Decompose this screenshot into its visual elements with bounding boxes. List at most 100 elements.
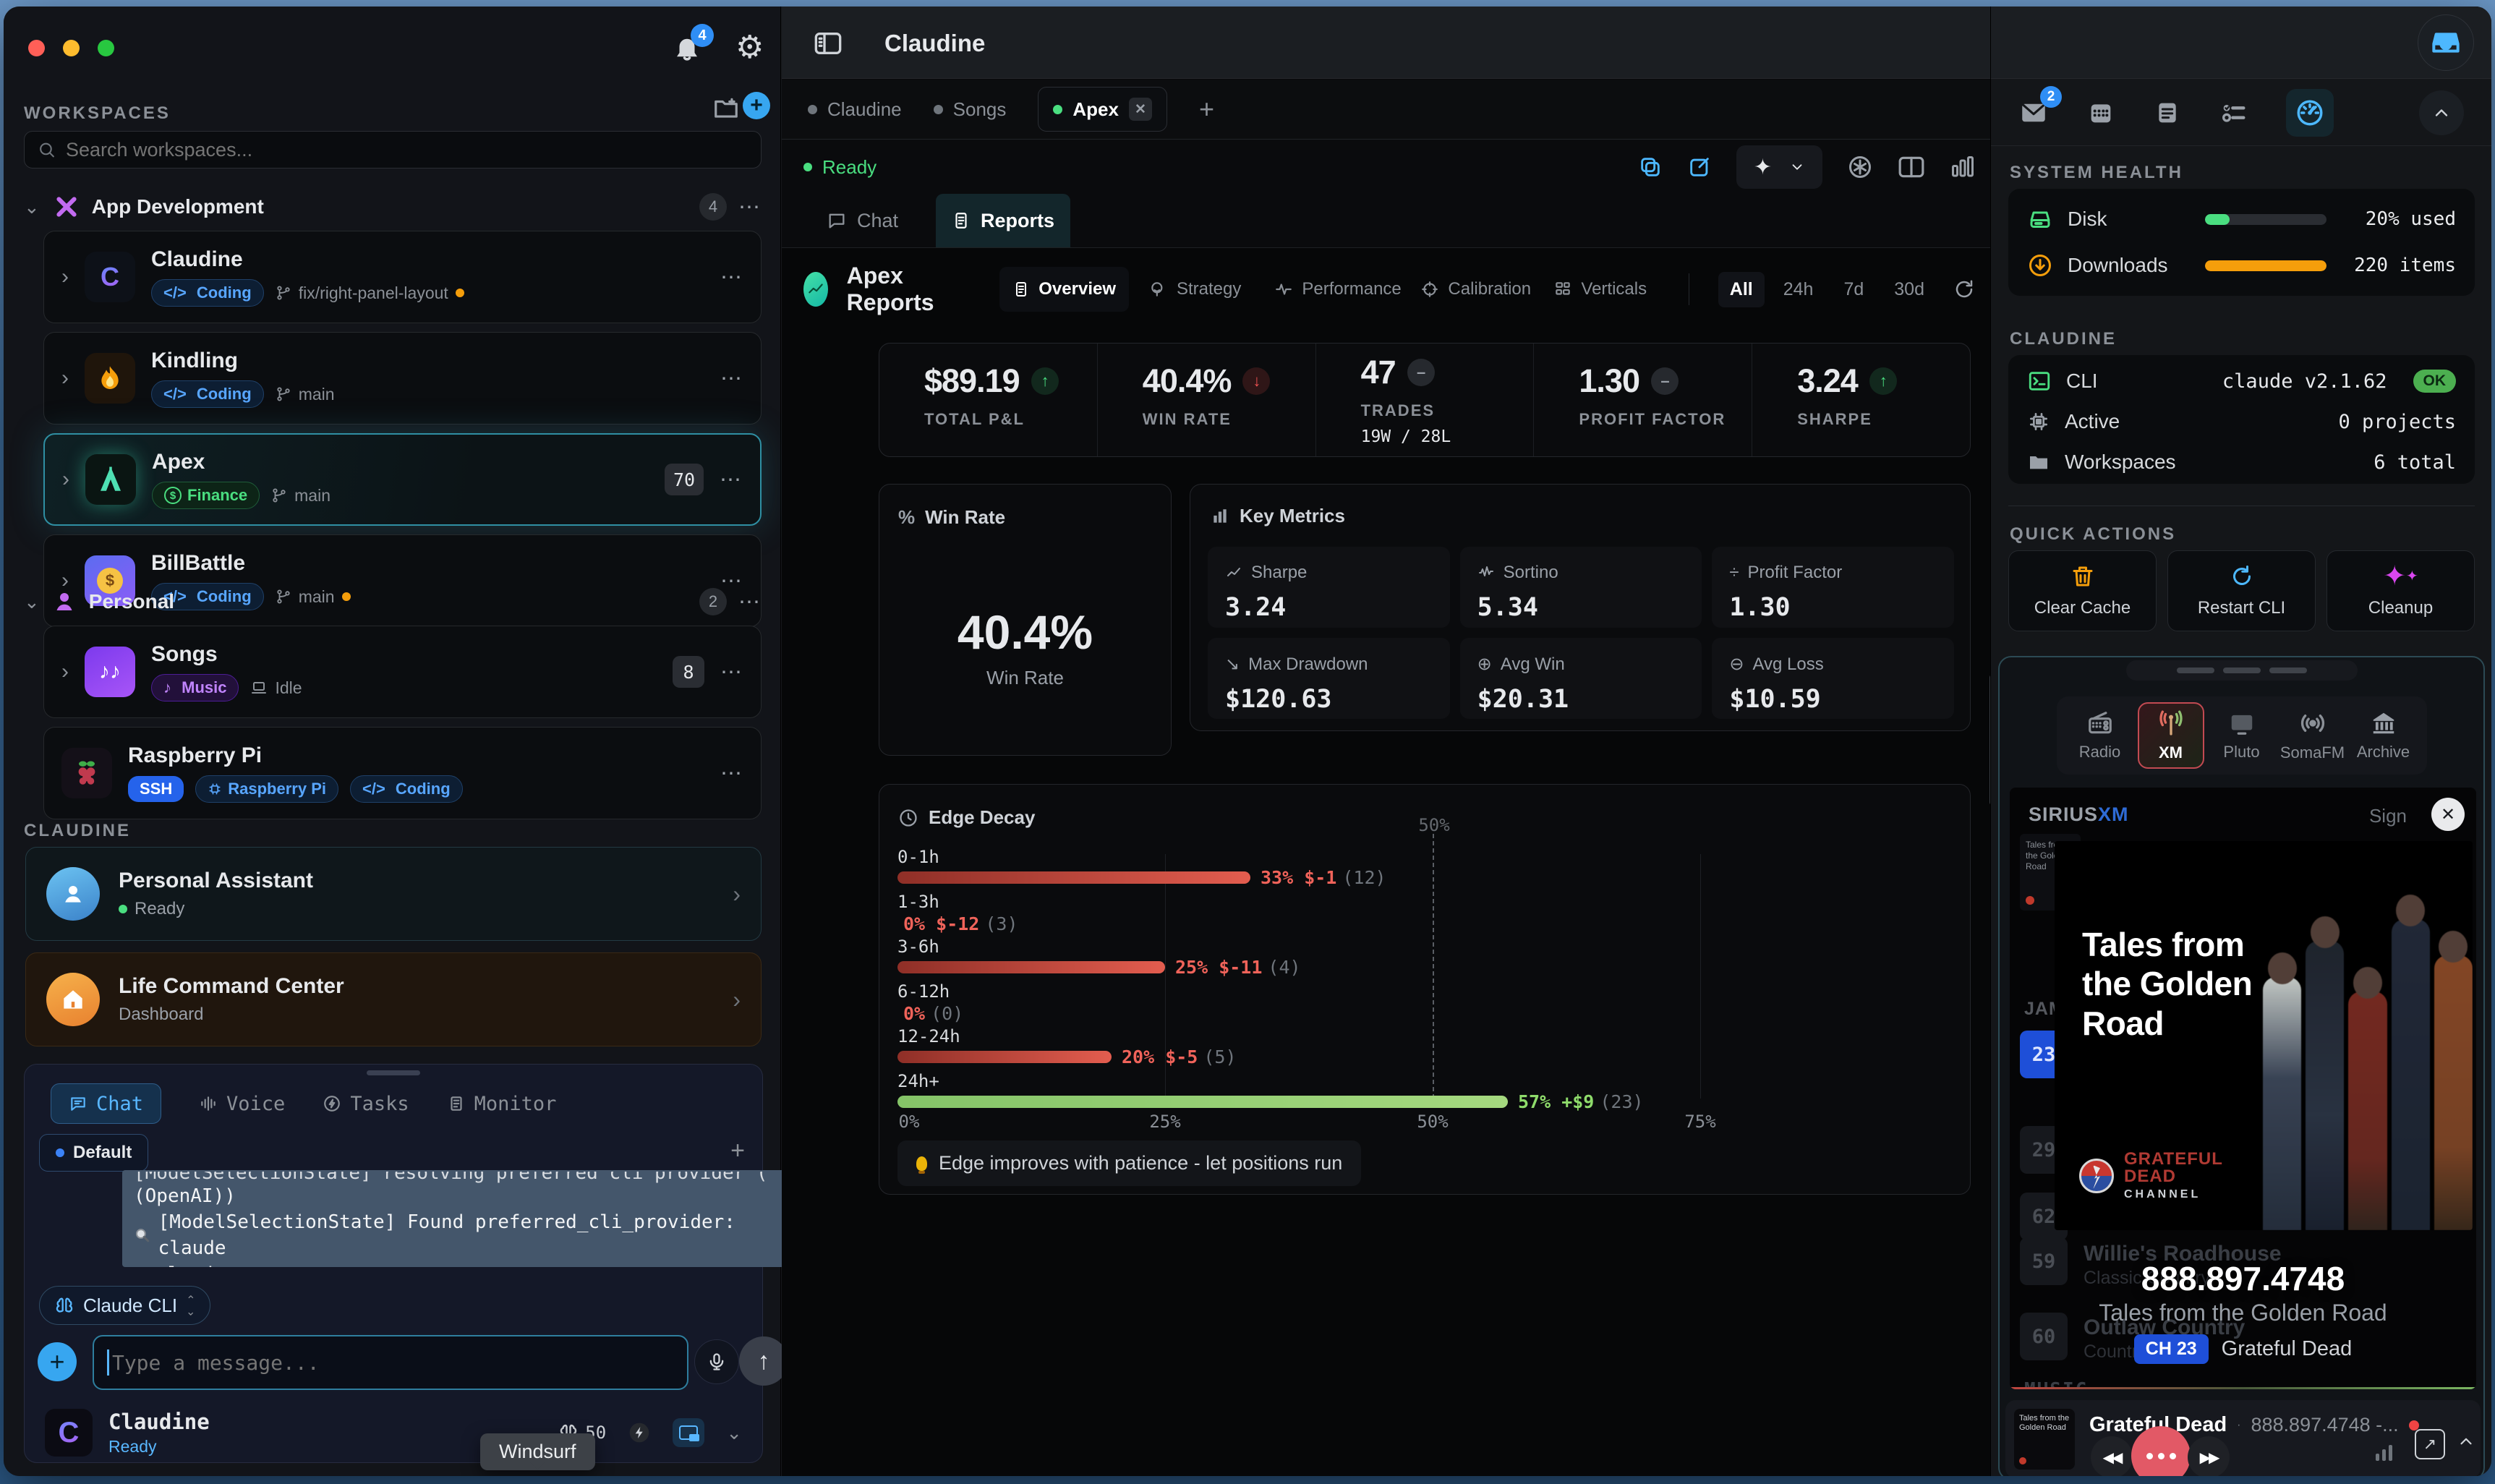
new-tab-button[interactable]: + — [1199, 94, 1214, 124]
view-tab-reports[interactable]: Reports — [936, 194, 1070, 247]
workspace-songs[interactable]: › ♪♪ Songs ♪ Music Idle 8 ⋯ — [43, 626, 762, 718]
workspace-menu-button[interactable]: ⋯ — [720, 265, 743, 290]
mail-icon[interactable]: 2 — [2018, 98, 2049, 128]
tab-claudine[interactable]: Claudine — [808, 98, 902, 121]
calendar-icon[interactable] — [2086, 98, 2115, 127]
chevron-up-icon[interactable] — [2457, 1432, 2475, 1451]
dashboard-gauge-icon[interactable] — [2286, 89, 2334, 137]
tab-monitor[interactable]: Monitor — [447, 1093, 557, 1115]
chevron-down-icon[interactable]: ⌄ — [726, 1422, 742, 1444]
collapse-panel-button[interactable] — [2419, 90, 2464, 135]
group-menu-button[interactable]: ⋯ — [738, 195, 762, 220]
workspace-kindling[interactable]: › Kindling </> Coding main ⋯ — [43, 332, 762, 425]
close-window-button[interactable] — [28, 40, 45, 56]
group-menu-button[interactable]: ⋯ — [738, 589, 762, 615]
model-selector[interactable]: Claude CLI ⌃⌃ — [39, 1286, 210, 1325]
workspace-raspberry-pi[interactable]: Raspberry Pi SSH Raspberry Pi </> Coding… — [43, 727, 762, 819]
toggle-sidebar-icon[interactable] — [814, 31, 843, 56]
group-personal[interactable]: ⌄ Personal 2 ⋯ — [24, 584, 762, 620]
volume-icon[interactable] — [2376, 1445, 2392, 1461]
tab-pluto[interactable]: Pluto — [2209, 702, 2275, 769]
workspace-menu-button[interactable]: ⋯ — [720, 366, 743, 391]
chat-log[interactable]: [ModelSelectionState] resolving preferre… — [122, 1170, 816, 1267]
close-player-button[interactable]: ✕ — [2431, 798, 2465, 831]
clear-cache-button[interactable]: Clear Cache — [2008, 550, 2157, 631]
sign-in-link[interactable]: Sign — [2369, 805, 2407, 827]
view-tab-chat[interactable]: Chat — [811, 194, 914, 247]
report-tab-verticals[interactable]: Verticals — [1540, 267, 1660, 312]
workspace-menu-button[interactable]: ⋯ — [720, 467, 743, 492]
mic-button[interactable] — [694, 1339, 739, 1384]
picture-in-picture-button[interactable] — [673, 1418, 704, 1447]
range-all[interactable]: All — [1718, 272, 1765, 307]
mid-gridline-label: 50% — [1418, 815, 1449, 835]
tab-xm[interactable]: XM — [2138, 702, 2204, 769]
forward-button[interactable]: ▶▶ — [2188, 1436, 2230, 1476]
asterisk-circle-icon[interactable] — [1847, 154, 1873, 180]
lightning-icon[interactable] — [628, 1421, 651, 1444]
report-tab-performance[interactable]: Performance — [1261, 267, 1400, 312]
notifications-bell-icon[interactable]: 4 — [672, 33, 702, 63]
personal-assistant-card[interactable]: Personal Assistant Ready › — [25, 847, 762, 941]
chevron-right-icon[interactable]: › — [62, 467, 69, 492]
split-view-icon[interactable] — [1898, 155, 1925, 179]
tab-tasks[interactable]: Tasks — [323, 1093, 409, 1115]
settings-gear-icon[interactable]: ⚙ — [735, 33, 764, 63]
tab-chat[interactable]: Chat — [51, 1083, 161, 1124]
workspace-apex[interactable]: › Apex $Finance main 70 ⋯ — [43, 433, 762, 526]
refresh-icon[interactable] — [1953, 278, 1975, 300]
minimize-window-button[interactable] — [63, 40, 80, 56]
range-7d[interactable]: 7d — [1832, 272, 1875, 307]
inbox-tray-button[interactable] — [2418, 14, 2474, 71]
zoom-window-button[interactable] — [98, 40, 114, 56]
range-24h[interactable]: 24h — [1772, 272, 1825, 307]
player-thumbnail: Tales from the Golden Road — [2014, 1409, 2075, 1470]
message-input[interactable] — [112, 1351, 674, 1375]
close-tab-icon[interactable]: ✕ — [1129, 98, 1152, 121]
group-app-development[interactable]: ⌄ App Development 4 ⋯ — [24, 189, 762, 225]
workspace-menu-button[interactable]: ⋯ — [720, 761, 743, 786]
chevron-right-icon[interactable]: › — [61, 366, 69, 391]
search-input[interactable] — [66, 139, 748, 161]
chevron-down-icon[interactable]: ⌄ — [24, 196, 40, 218]
tab-archive[interactable]: Archive — [2350, 702, 2417, 769]
tab-apex-active[interactable]: Apex✕ — [1038, 87, 1167, 132]
panel-drag-handle[interactable] — [367, 1070, 420, 1075]
widget-drag-handle[interactable] — [2126, 660, 2358, 681]
compose-icon[interactable] — [1687, 155, 1712, 179]
report-tab-strategy[interactable]: Strategy — [1136, 267, 1254, 312]
checklist-icon[interactable] — [2219, 98, 2248, 127]
chevron-right-icon[interactable]: › — [61, 265, 69, 289]
ai-actions-button[interactable]: ✦ — [1736, 145, 1822, 189]
chevron-right-icon[interactable]: › — [733, 986, 741, 1013]
session-tab-default[interactable]: Default — [39, 1134, 148, 1172]
range-30d[interactable]: 30d — [1882, 272, 1936, 307]
tab-songs[interactable]: Songs — [934, 98, 1007, 121]
report-tab-overview[interactable]: Overview — [999, 267, 1129, 312]
notes-icon[interactable] — [2153, 98, 2182, 127]
chevron-right-icon[interactable]: › — [733, 881, 741, 908]
copy-icon[interactable] — [1638, 155, 1663, 179]
tab-radio[interactable]: Radio — [2067, 702, 2133, 769]
send-button[interactable]: ↑ — [739, 1336, 788, 1386]
chat-bubble-icon — [827, 210, 847, 231]
restart-cli-button[interactable]: Restart CLI — [2167, 550, 2316, 631]
add-session-button[interactable]: + — [730, 1137, 745, 1165]
workspace-menu-button[interactable]: ⋯ — [720, 660, 743, 685]
tab-somafm[interactable]: SomaFM — [2279, 702, 2346, 769]
chevron-down-icon[interactable]: ⌄ — [24, 591, 40, 613]
workspace-claudine[interactable]: › C Claudine </> Coding fix/right-panel-… — [43, 231, 762, 323]
message-input-box[interactable] — [93, 1335, 688, 1390]
bar-chart-icon[interactable] — [1950, 155, 1976, 179]
rewind-button[interactable]: ◀◀ — [2091, 1436, 2133, 1476]
cleanup-button[interactable]: ✦✦ Cleanup — [2326, 550, 2475, 631]
chevron-right-icon[interactable]: › — [61, 660, 69, 684]
tab-voice[interactable]: Voice — [199, 1093, 285, 1115]
workspace-search[interactable] — [24, 131, 762, 169]
life-command-center-card[interactable]: Life Command Center Dashboard › — [25, 952, 762, 1046]
external-link-button[interactable]: ↗ — [2415, 1429, 2445, 1459]
report-tab-calibration[interactable]: Calibration — [1407, 267, 1533, 312]
attach-button[interactable]: + — [38, 1342, 77, 1381]
add-workspace-button[interactable]: + — [743, 92, 770, 119]
new-folder-icon[interactable] — [712, 95, 740, 122]
